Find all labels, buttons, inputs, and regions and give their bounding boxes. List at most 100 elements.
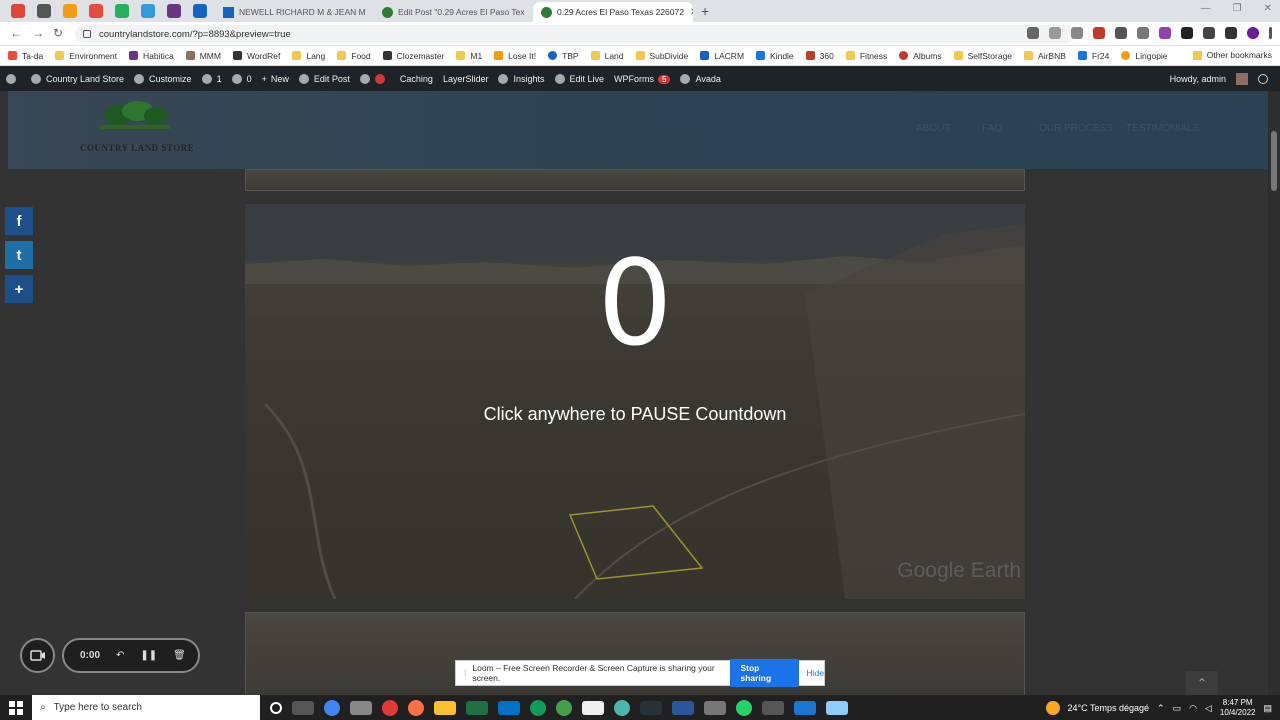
bookmark[interactable]: TBP <box>548 51 579 61</box>
wp-edit-post-link[interactable]: Edit Post <box>298 74 350 84</box>
taskbar-search-input[interactable]: ⌕ Type here to search <box>32 695 260 720</box>
wp-updates-link[interactable]: 1 <box>201 74 222 84</box>
wp-caching-link[interactable]: Caching <box>400 74 433 84</box>
bookmark[interactable]: Clozemaster <box>382 51 444 61</box>
restore-icon[interactable]: ❐ <box>1233 3 1242 14</box>
tab-newell[interactable]: NEWELL RICHARD M & JEAN M ✕ <box>215 2 371 22</box>
back-icon[interactable]: ← <box>10 26 22 40</box>
bookmark[interactable]: Ta-da <box>8 51 43 61</box>
weather-text[interactable]: 24°C Temps dégagé <box>1068 703 1150 713</box>
bookmark[interactable]: Fitness <box>845 51 887 61</box>
pinned-tab-icon[interactable] <box>63 4 77 18</box>
close-icon[interactable]: ✕ <box>366 7 371 18</box>
document-icon[interactable] <box>582 700 604 715</box>
nav-faq[interactable]: FAQ <box>982 123 1002 134</box>
app-icon[interactable] <box>794 700 816 715</box>
stop-sharing-button[interactable]: Stop sharing <box>730 659 799 687</box>
excel-icon[interactable] <box>466 700 488 715</box>
drag-handle-icon[interactable]: ⁞ <box>464 668 466 678</box>
app-icon[interactable] <box>762 700 784 715</box>
page-scrollbar[interactable] <box>1268 91 1280 695</box>
profile-avatar[interactable] <box>1247 27 1259 39</box>
bookmark[interactable]: Albums <box>899 51 942 61</box>
more-share-icon[interactable]: + <box>5 275 33 303</box>
pinned-tab-icon[interactable] <box>115 4 129 18</box>
menu-icon[interactable] <box>1269 27 1272 39</box>
nav-about[interactable]: ABOUT <box>916 123 950 134</box>
url-input[interactable]: countrylandstore.com/?p=8893&preview=tru… <box>75 25 1075 43</box>
firefox-icon[interactable] <box>408 699 424 716</box>
pinned-tab-icon[interactable] <box>89 4 103 18</box>
wp-new-link[interactable]: + New <box>262 74 289 84</box>
notifications-icon[interactable]: ▤ <box>1263 703 1272 714</box>
pinned-tab-icon[interactable] <box>193 4 207 18</box>
wp-site-link[interactable]: Country Land Store <box>31 74 124 84</box>
bookmark[interactable]: Food <box>337 51 371 61</box>
trash-icon[interactable]: 🗑 <box>173 650 186 661</box>
pinned-tab-icon[interactable] <box>37 4 51 18</box>
loom-camera-button[interactable] <box>20 638 55 673</box>
wp-edit-live-link[interactable]: Edit Live <box>554 74 604 84</box>
wifi-icon[interactable]: ◠ <box>1189 703 1197 714</box>
app-icon[interactable] <box>640 700 662 715</box>
extension-icon[interactable] <box>1181 27 1193 39</box>
bookmark[interactable]: M1 <box>456 51 482 61</box>
forward-icon[interactable]: → <box>32 26 44 40</box>
volume-icon[interactable]: ◁ <box>1205 703 1212 714</box>
bookmark[interactable]: Lose It! <box>494 51 536 61</box>
bookmark[interactable]: AirBNB <box>1024 51 1066 61</box>
edge-icon[interactable] <box>530 699 546 716</box>
wp-wpforms-link[interactable]: WPForms 5 <box>614 74 671 84</box>
whatsapp-icon[interactable] <box>736 699 752 716</box>
pause-icon[interactable]: ❚❚ <box>140 650 157 661</box>
search-icon[interactable] <box>1258 74 1268 84</box>
hide-button[interactable]: Hide <box>807 668 824 678</box>
task-view-icon[interactable] <box>292 700 314 715</box>
wp-customize-link[interactable]: Customize <box>134 74 192 84</box>
new-tab-button[interactable]: + <box>701 3 709 19</box>
wp-avada-link[interactable]: Avada <box>680 74 721 84</box>
wp-yoast-icon[interactable] <box>359 74 390 84</box>
site-logo[interactable]: COUNTRY LAND STORE <box>80 101 210 161</box>
pinned-tab-icon[interactable] <box>141 4 155 18</box>
wp-howdy-link[interactable]: Howdy, admin <box>1170 74 1226 84</box>
facebook-share-icon[interactable]: f <box>5 207 33 235</box>
star-icon[interactable] <box>1071 27 1083 39</box>
clock[interactable]: 8:47 PM 10/4/2022 <box>1220 698 1256 718</box>
close-icon[interactable]: ✕ <box>525 7 530 18</box>
word-icon[interactable] <box>672 700 694 715</box>
tab-preview[interactable]: 0.29 Acres El Paso Texas 226072 ✕ <box>533 2 693 22</box>
app-icon[interactable] <box>350 700 372 715</box>
nav-our-process[interactable]: OUR PROCESS <box>1039 123 1113 134</box>
scroll-to-top-button[interactable]: ⌃ <box>1186 671 1218 695</box>
puzzle-icon[interactable] <box>1203 27 1215 39</box>
wp-layerslider-link[interactable]: LayerSlider <box>443 74 489 84</box>
site-content[interactable]: COUNTRY LAND STORE ABOUT FAQ OUR PROCESS… <box>0 91 1280 695</box>
extension-icon[interactable] <box>1159 27 1171 39</box>
close-window-icon[interactable]: ✕ <box>1264 3 1272 14</box>
extension-icon[interactable] <box>1093 27 1105 39</box>
undo-icon[interactable]: ↶ <box>116 650 124 661</box>
file-explorer-icon[interactable] <box>434 700 456 715</box>
camera-icon[interactable] <box>1027 27 1039 39</box>
minimize-icon[interactable]: — <box>1201 3 1211 14</box>
extension-icon[interactable] <box>1137 27 1149 39</box>
bookmark[interactable]: Habitica <box>128 51 174 61</box>
extension-icon[interactable] <box>1115 27 1127 39</box>
bookmark[interactable]: Environment <box>55 51 117 61</box>
tab-edit-post[interactable]: Edit Post "0.29 Acres El Paso Tex ✕ <box>374 2 530 22</box>
outlook-icon[interactable] <box>498 700 520 715</box>
bookmark[interactable]: Lang <box>292 51 325 61</box>
bookmark[interactable]: SelfStorage <box>953 51 1012 61</box>
avatar[interactable] <box>1236 73 1248 85</box>
other-bookmarks[interactable]: Other bookmarks <box>1192 50 1272 60</box>
bookmark[interactable]: MMM <box>185 51 221 61</box>
network-icon[interactable]: ▭ <box>1173 703 1182 714</box>
windows-start-button[interactable] <box>0 695 32 720</box>
sidebar-icon[interactable] <box>1225 27 1237 39</box>
scrollbar-thumb[interactable] <box>1271 131 1277 191</box>
bookmark[interactable]: WordRef <box>232 51 280 61</box>
bookmark[interactable]: SubDivide <box>635 51 688 61</box>
pinned-tab-icon[interactable] <box>167 4 181 18</box>
countdown-hero[interactable]: 0 Click anywhere to PAUSE Countdown Goog… <box>245 204 1025 599</box>
